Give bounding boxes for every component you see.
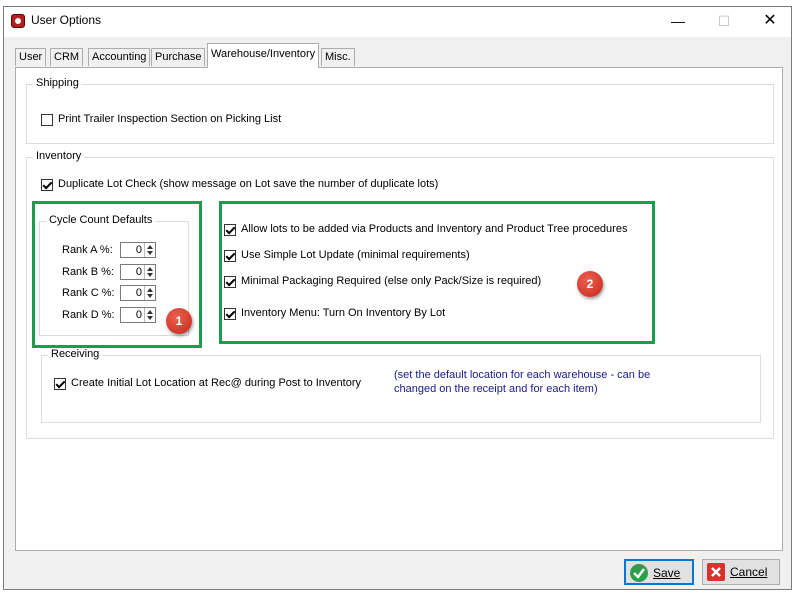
initial-lot-location-label: Create Initial Lot Location at Rec@ duri… — [71, 377, 361, 389]
tab-crm[interactable]: CRM — [50, 48, 84, 66]
receiving-note-line1: (set the default location for each wareh… — [394, 369, 651, 381]
print-trailer-label: Print Trailer Inspection Section on Pick… — [58, 113, 282, 125]
tab-warehouse-inventory[interactable]: Warehouse/Inventory — [207, 43, 320, 68]
minimize-button[interactable]: — — [655, 7, 701, 37]
receiving-title: Receiving — [48, 348, 103, 360]
save-button[interactable]: Save — [624, 559, 694, 585]
duplicate-lot-checkbox[interactable] — [41, 179, 53, 191]
duplicate-lot-label: Duplicate Lot Check (show message on Lot… — [58, 178, 439, 190]
tab-accounting[interactable]: Accounting — [88, 48, 151, 66]
shipping-title: Shipping — [33, 77, 82, 89]
tab-user[interactable]: User — [15, 48, 47, 66]
shipping-group: Shipping Print Trailer Inspection Sectio… — [26, 77, 774, 144]
inventory-title: Inventory — [33, 150, 85, 162]
initial-lot-location-checkbox[interactable] — [54, 378, 66, 390]
window-title: User Options — [31, 13, 102, 27]
save-label: Save — [653, 566, 681, 580]
print-trailer-checkbox[interactable] — [41, 114, 53, 126]
title-bar: User Options — ☐ ✕ — [4, 7, 791, 37]
maximize-button[interactable]: ☐ — [701, 7, 747, 37]
app-icon — [11, 14, 25, 28]
receiving-group: Receiving Create Initial Lot Location at… — [41, 348, 761, 423]
annotation-badge-2: 2 — [577, 271, 603, 297]
cancel-button[interactable]: Cancel — [702, 559, 780, 585]
check-icon — [630, 564, 648, 582]
user-options-window: User Options — ☐ ✕ User CRM Accounting P… — [3, 6, 792, 590]
close-button[interactable]: ✕ — [747, 7, 793, 37]
tab-purchase[interactable]: Purchase — [151, 48, 206, 66]
x-icon — [707, 563, 725, 581]
receiving-note-line2: changed on the receipt and for each item… — [394, 383, 598, 395]
receiving-note: (set the default location for each wareh… — [394, 368, 650, 396]
tab-misc[interactable]: Misc. — [321, 48, 355, 66]
annotation-badge-1: 1 — [166, 308, 192, 334]
cancel-label: Cancel — [730, 565, 768, 579]
